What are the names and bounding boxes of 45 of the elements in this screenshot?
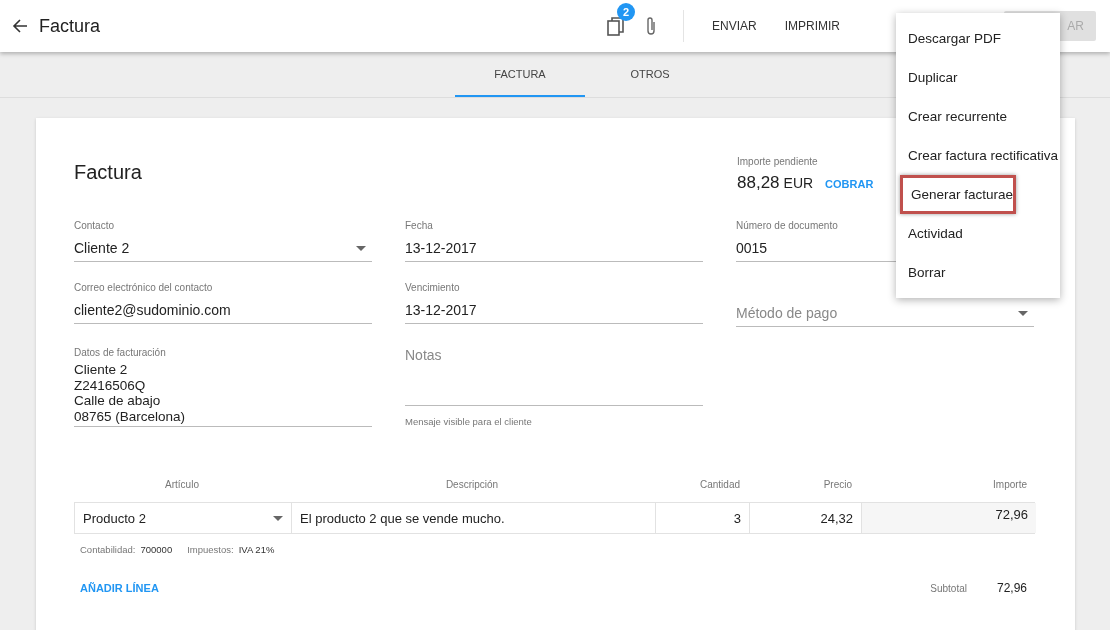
pending-amount: 88,28 — [737, 173, 780, 193]
field-label: Contacto — [74, 220, 116, 231]
tab[interactable]: OTROS — [585, 52, 715, 97]
meta-label: Contabilidad: — [80, 544, 136, 555]
page-title: Factura — [39, 15, 101, 37]
meta-label: Impuestos: — [187, 544, 234, 555]
action-button[interactable]: ENVIAR — [697, 11, 771, 41]
copy-icon[interactable] — [606, 17, 625, 37]
meta-value: IVA 21% — [238, 544, 275, 555]
paperclip-icon[interactable] — [644, 16, 657, 36]
dropdown-caret-icon — [356, 245, 366, 251]
menu-item[interactable]: Crear recurrente — [896, 97, 1061, 136]
action-button[interactable]: IMPRIMIR — [770, 11, 854, 41]
column-header: Importe — [992, 479, 1028, 492]
currency: EUR — [783, 175, 814, 191]
menu-item[interactable]: Crear factura rectificativa — [896, 136, 1061, 175]
menu-item[interactable]: Duplicar — [896, 58, 1061, 97]
select-field[interactable]: Cliente 2 — [74, 235, 372, 262]
dropdown-caret-icon — [1018, 310, 1028, 316]
back-arrow-icon[interactable] — [12, 18, 28, 34]
input-field[interactable]: 13-12-2017 — [405, 297, 703, 324]
menu-item[interactable]: Descargar PDF — [896, 19, 1061, 58]
menu-item[interactable]: Generar facturae — [900, 175, 1017, 214]
count-badge: 2 — [616, 3, 635, 21]
subtotal-value: 72,96 — [996, 581, 1027, 595]
select-field[interactable]: Método de pago — [736, 300, 1034, 327]
field-label: Fecha — [405, 220, 434, 231]
column-header: Artículo — [164, 479, 200, 492]
input-field[interactable]: 13-12-2017 — [405, 235, 703, 262]
address-field[interactable]: Cliente 2 Z2416506Q Calle de abajo 08765 (Barcelona) — [74, 362, 372, 427]
meta-value: 700000 — [140, 544, 173, 555]
input-field[interactable]: cliente2@sudominio.com — [74, 297, 372, 324]
field-label: Número de documento — [736, 220, 839, 231]
subtotal-label: Subtotal — [930, 582, 967, 594]
tab[interactable]: FACTURA — [455, 52, 585, 97]
field-hint: Mensaje visible para el cliente — [405, 416, 533, 427]
invoice-heading: Factura — [74, 161, 142, 185]
pending-label: Importe pendiente — [737, 156, 819, 167]
field-label: Datos de facturación — [74, 347, 167, 358]
notes-field[interactable]: Notas — [405, 347, 703, 406]
field-label: Correo electrónico del contacto — [74, 282, 214, 293]
column-header: Cantidad — [698, 479, 741, 492]
column-header: Descripción — [444, 479, 500, 492]
field-label: Vencimiento — [405, 282, 461, 293]
column-header: Precio — [822, 479, 853, 492]
